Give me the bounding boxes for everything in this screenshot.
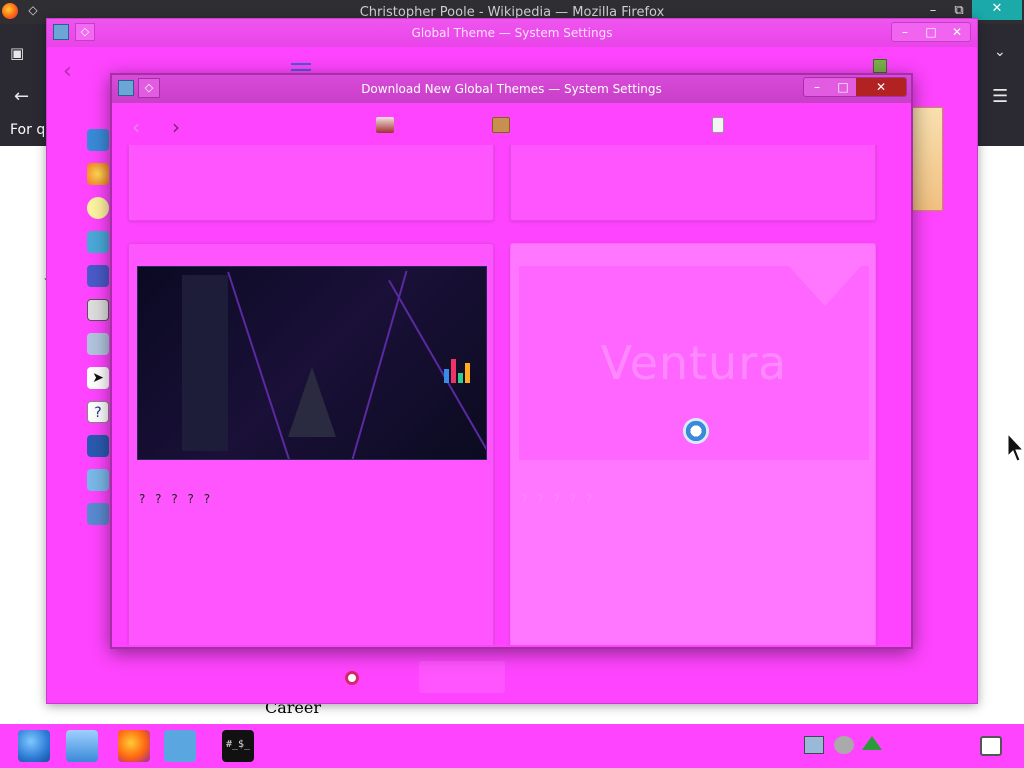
file-manager-button[interactable] — [66, 730, 98, 762]
maximize-button[interactable]: □ — [918, 23, 944, 41]
network-disconnected-icon[interactable] — [834, 736, 854, 754]
hardware-icon[interactable] — [87, 333, 109, 355]
chevron-down-icon[interactable]: ⌄ — [994, 44, 1006, 60]
package-icon[interactable] — [492, 117, 510, 133]
download-themes-dialog: ◇ Download New Global Themes — System Se… — [110, 73, 913, 649]
help-icon[interactable]: ? — [87, 401, 109, 423]
start-menu-button[interactable] — [18, 730, 50, 762]
forward-chevron-icon[interactable]: › — [172, 115, 180, 139]
global-theme-titlebar: ◇ Global Theme — System Settings – □ ✕ — [47, 19, 977, 47]
maximize-button[interactable]: □ — [830, 78, 856, 96]
menu-icon[interactable]: ☰ — [992, 86, 1008, 107]
system-settings-taskbar-button[interactable] — [164, 730, 196, 762]
minimize-button[interactable]: – — [804, 78, 830, 96]
theme-tile[interactable] — [510, 145, 876, 221]
cursor-icon[interactable]: ➤ — [87, 367, 109, 389]
window-controls: – □ ✕ — [891, 22, 971, 42]
dialog-toolbar: ‹ › — [112, 105, 911, 145]
back-chevron-icon[interactable]: ‹ — [63, 59, 72, 84]
global-theme-title: Global Theme — System Settings — [411, 26, 613, 40]
document-icon[interactable] — [712, 117, 724, 133]
theme-tile[interactable]: ? ? ? ? ? — [128, 243, 494, 645]
close-button[interactable]: ✕ — [856, 78, 906, 96]
dialog-title: Download New Global Themes — System Sett… — [361, 82, 662, 96]
monitor-icon[interactable] — [87, 435, 109, 457]
users-icon[interactable] — [87, 265, 109, 287]
workspace-icon[interactable] — [87, 231, 109, 253]
clipboard-icon[interactable] — [804, 736, 824, 754]
themes-grid: ? ? ? ? ? Ventura ? ? ? ? ? — [126, 145, 886, 645]
display-icon[interactable] — [87, 299, 109, 321]
theme-name: ? ? ? ? ? — [521, 492, 596, 506]
show-desktop-icon[interactable] — [980, 736, 1002, 756]
flag-icon — [873, 59, 887, 73]
globe-icon[interactable] — [87, 129, 109, 151]
theme-brand-text: Ventura — [600, 336, 788, 390]
firefox-taskbar-button[interactable] — [118, 730, 150, 762]
bulb-icon[interactable] — [87, 197, 109, 219]
dialog-titlebar: ◇ Download New Global Themes — System Se… — [112, 75, 911, 103]
tab-overview-icon[interactable]: ▣ — [10, 44, 24, 62]
back-chevron-icon[interactable]: ‹ — [132, 115, 140, 139]
back-arrow-icon[interactable]: ← — [14, 86, 29, 107]
minimize-button[interactable]: – — [892, 23, 918, 41]
close-button[interactable]: ✕ — [972, 0, 1022, 20]
updates-icon[interactable] — [862, 736, 882, 750]
close-button[interactable]: ✕ — [944, 23, 970, 41]
get-new-button[interactable] — [327, 669, 417, 695]
terminal-taskbar-button[interactable]: #_$_ — [222, 730, 254, 762]
taskbar: #_$_ — [0, 724, 1024, 768]
loading-spinner-icon — [683, 418, 709, 444]
theme-preview-image: Ventura — [519, 266, 869, 460]
deploy-button[interactable] — [419, 661, 505, 693]
theme-tile[interactable]: Ventura ? ? ? ? ? — [510, 243, 876, 645]
lifebuoy-icon — [345, 671, 359, 685]
settings-sidebar: ➤ ? — [87, 129, 111, 537]
theme-name: ? ? ? ? ? — [139, 492, 214, 506]
theme-preview-image — [137, 266, 487, 460]
mouse-cursor-icon — [1008, 434, 1024, 462]
computer-icon[interactable] — [87, 503, 109, 525]
color-icon[interactable] — [87, 163, 109, 185]
theme-tile[interactable] — [128, 145, 494, 221]
image-icon[interactable] — [376, 117, 394, 133]
window-controls: – □ ✕ — [803, 77, 907, 97]
network-icon[interactable] — [87, 469, 109, 491]
